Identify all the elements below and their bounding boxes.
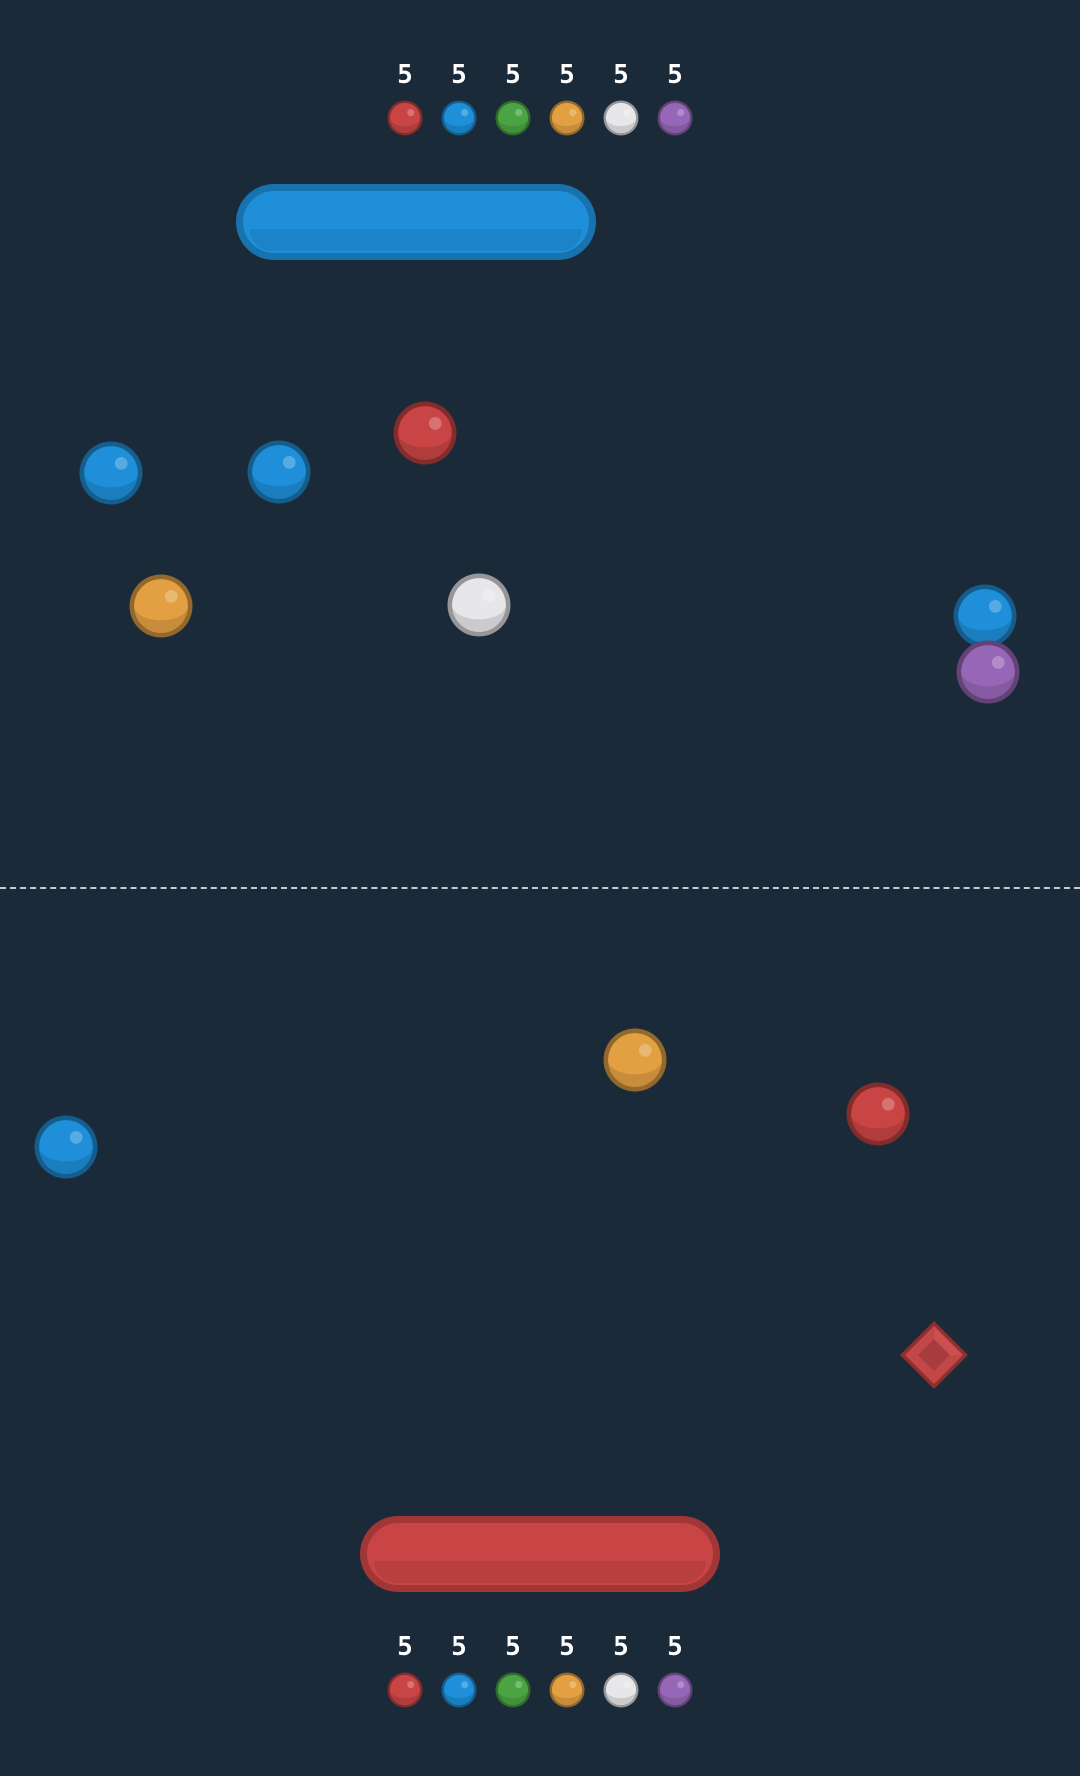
ball-white	[447, 573, 511, 637]
bottom-score-orange-value: 5	[559, 1632, 575, 1662]
top-score-green-value: 5	[505, 60, 521, 90]
bottom-score-white-value: 5	[613, 1632, 629, 1662]
top-score-blue-value: 5	[451, 60, 467, 90]
white-ball-icon	[603, 1672, 639, 1708]
ball-blue	[247, 440, 311, 504]
orange-ball-icon	[549, 1672, 585, 1708]
purple-ball-icon	[657, 1672, 693, 1708]
bottom-paddle[interactable]	[360, 1516, 720, 1592]
red-ball-icon	[387, 100, 423, 136]
orange-ball-icon	[549, 100, 585, 136]
ball-orange	[603, 1028, 667, 1092]
bottom-score-blue-value: 5	[451, 1632, 467, 1662]
top-score-purple-value: 5	[667, 60, 683, 90]
bottom-score-green-value: 5	[505, 1632, 521, 1662]
green-ball-icon	[495, 100, 531, 136]
ball-purple	[956, 640, 1020, 704]
top-score-white-value: 5	[613, 60, 629, 90]
ball-red	[393, 401, 457, 465]
blue-ball-icon	[441, 1672, 477, 1708]
bottom-scoreboard: 5 5 5 5 5 5	[0, 1628, 1080, 1718]
ball-red	[846, 1082, 910, 1146]
ball-blue	[34, 1115, 98, 1179]
purple-ball-icon	[657, 100, 693, 136]
ball-blue	[953, 584, 1017, 648]
ball-orange	[129, 574, 193, 638]
center-divider	[0, 887, 1080, 889]
green-ball-icon	[495, 1672, 531, 1708]
ball-blue	[79, 441, 143, 505]
bottom-score-red-value: 5	[397, 1632, 413, 1662]
top-paddle[interactable]	[236, 184, 596, 260]
top-scoreboard: 5 5 5 5 5 5	[0, 56, 1080, 146]
white-ball-icon	[603, 100, 639, 136]
bottom-score-purple-value: 5	[667, 1632, 683, 1662]
top-score-red-value: 5	[397, 60, 413, 90]
red-ball-icon	[387, 1672, 423, 1708]
blue-ball-icon	[441, 100, 477, 136]
red-diamond-icon[interactable]	[898, 1319, 970, 1391]
top-score-orange-value: 5	[559, 60, 575, 90]
